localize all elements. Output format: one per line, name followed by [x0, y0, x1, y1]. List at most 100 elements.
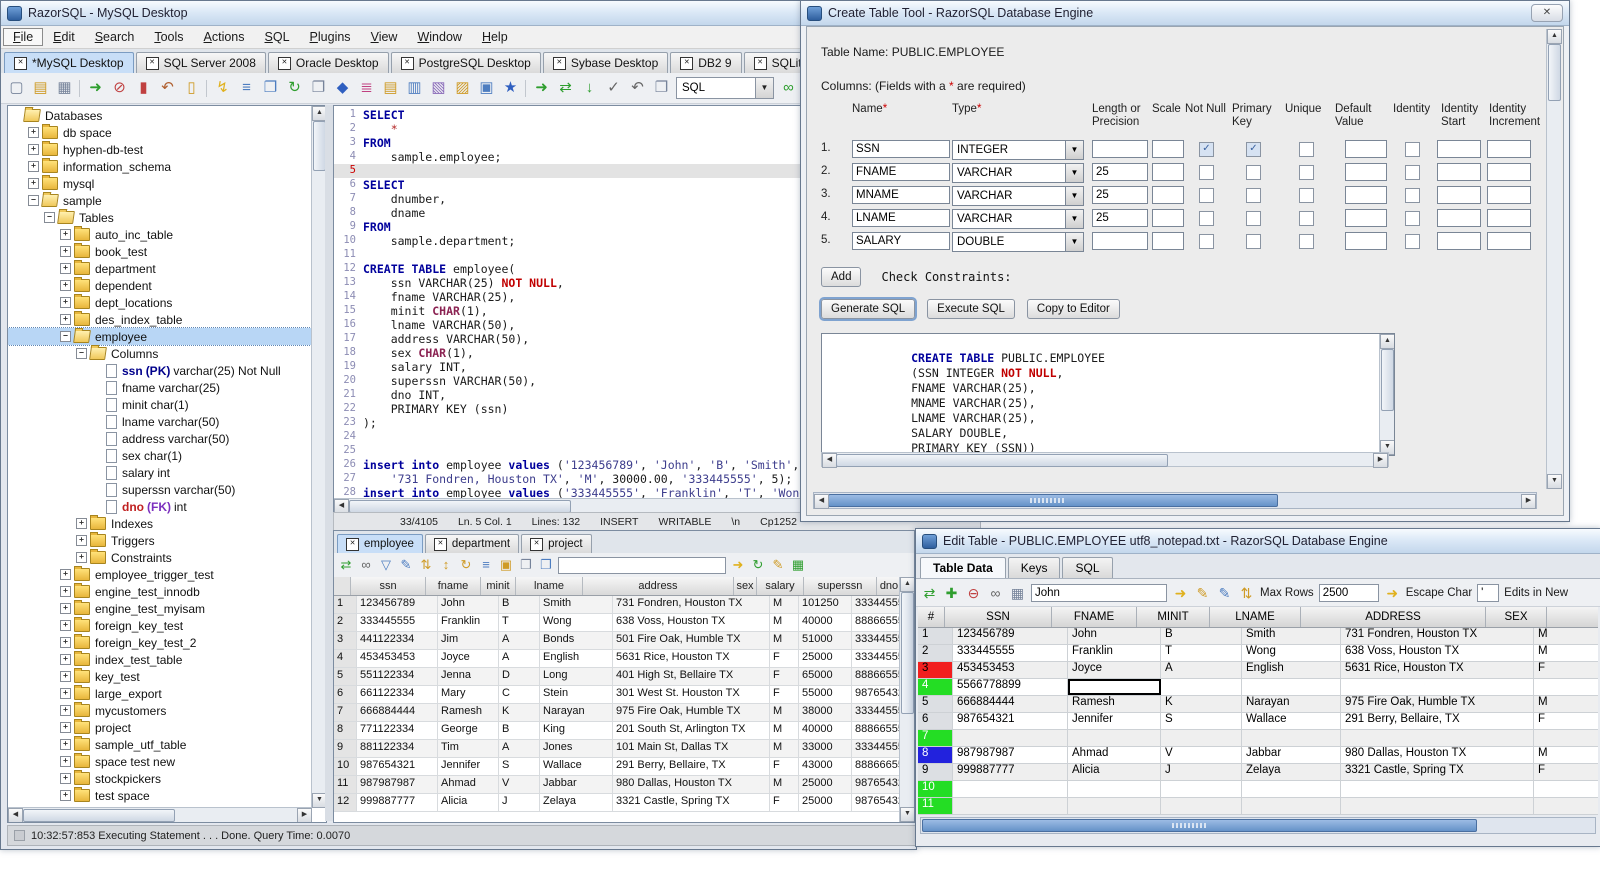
results-cell[interactable]: Tim [438, 740, 499, 757]
expander-icon[interactable]: + [60, 246, 71, 257]
main-titlebar[interactable]: RazorSQL - MySQL Desktop [1, 1, 916, 26]
expander-icon[interactable] [92, 366, 101, 375]
edit-table-row[interactable]: 9 999887777 Alicia J Zelaya 3321 Castle, Spri… [918, 764, 1598, 781]
expander-icon[interactable]: + [60, 722, 71, 733]
add-column-button[interactable]: Add [821, 267, 862, 287]
results-cell[interactable]: 25000 [799, 650, 852, 667]
results-column-header[interactable]: minit [481, 577, 516, 595]
edit-table-cell[interactable]: A [1161, 662, 1242, 678]
close-tab-icon[interactable] [433, 537, 447, 551]
reconnect-icon[interactable]: ⇄ [556, 79, 575, 97]
identity-start-input[interactable] [1437, 163, 1481, 181]
results-cell[interactable]: F [770, 794, 799, 811]
expander-icon[interactable]: + [60, 773, 71, 784]
results-cell[interactable]: M [770, 632, 799, 649]
identity-increment-input[interactable] [1487, 209, 1531, 227]
edit-table-cell[interactable]: S [1161, 713, 1242, 729]
results-cell[interactable]: 9 [334, 740, 357, 757]
edit-table-cell[interactable] [1068, 781, 1161, 797]
table-tool-4-icon[interactable]: ▨ [453, 79, 472, 97]
menu-item[interactable]: Tools [144, 28, 193, 46]
edit-table-tab[interactable]: Keys [1007, 557, 1061, 578]
edit-table-row[interactable]: 5 666884444 Ramesh K Narayan 975 Fire Oak, Hu… [918, 696, 1598, 713]
results-cell[interactable]: 51000 [799, 632, 852, 649]
results-cell[interactable]: Jabbar [540, 776, 613, 793]
edit-table-cell[interactable] [953, 798, 1068, 814]
expander-icon[interactable]: + [60, 280, 71, 291]
edit-table-cell[interactable]: 1 [918, 628, 953, 644]
tree-item[interactable]: − Columns [8, 345, 311, 362]
edit-table-cell[interactable] [1242, 798, 1341, 814]
search-input[interactable] [1031, 583, 1167, 602]
results-tab[interactable]: employee [337, 534, 423, 553]
edit-table-row[interactable]: 8 987987987 Ahmad V Jabbar 980 Dallas, Housto… [918, 747, 1598, 764]
tree-item[interactable]: + sample_utf_table [8, 736, 311, 753]
tree-item[interactable]: + space test new [8, 753, 311, 770]
export-icon[interactable]: ↻ [750, 556, 766, 574]
results-cell[interactable]: George [438, 722, 499, 739]
edit-table-column-header[interactable] [1547, 607, 1569, 627]
spreadsheet-icon[interactable]: ▦ [790, 556, 806, 574]
primary-key-checkbox[interactable] [1246, 165, 1261, 180]
chevron-down-icon[interactable]: ▼ [1065, 187, 1083, 205]
go-max-rows-icon[interactable]: ➜ [1384, 584, 1401, 602]
results-cell[interactable]: 25000 [799, 794, 852, 811]
tree-item[interactable]: + mysql [8, 175, 311, 192]
edit-table-cell[interactable]: M [1534, 696, 1600, 712]
edit-table-column-header[interactable]: FNAME [1052, 607, 1137, 627]
scrollbar-thumb[interactable] [922, 819, 1477, 832]
tree-item[interactable]: + dept_locations [8, 294, 311, 311]
scroll-down-icon[interactable]: ▼ [1547, 474, 1562, 489]
results-cell[interactable]: Narayan [540, 704, 613, 721]
expander-icon[interactable]: + [60, 263, 71, 274]
tree-item[interactable]: + Triggers [8, 532, 311, 549]
menu-item[interactable]: Search [85, 28, 145, 46]
sort-desc-icon[interactable]: ↕ [438, 556, 454, 574]
results-cell[interactable]: 980 Dallas, Houston TX [613, 776, 770, 793]
edit-table-cell[interactable] [1161, 781, 1242, 797]
edit-table-cell[interactable]: Wong [1242, 645, 1341, 661]
results-tab[interactable]: department [424, 534, 520, 553]
filter-sort-icon[interactable]: ⇅ [1238, 584, 1255, 602]
results-cell[interactable]: 666884444 [357, 704, 438, 721]
edit-table-cell[interactable] [1068, 798, 1161, 814]
results-cell[interactable]: English [540, 650, 613, 667]
default-value-input[interactable] [1345, 186, 1387, 204]
results-cell[interactable]: 661122334 [357, 686, 438, 703]
sql-vertical-scrollbar[interactable]: ▲ ▼ [1379, 334, 1394, 455]
edit-table-row[interactable]: 4 5566778899 [918, 679, 1598, 696]
menu-item[interactable]: File [3, 28, 44, 46]
results-column-header[interactable]: sex [734, 577, 757, 595]
results-column-header[interactable]: salary [757, 577, 804, 595]
results-cell[interactable]: B [499, 596, 540, 613]
tree-item[interactable]: dno (FK) int [8, 498, 311, 515]
toolbar-separator[interactable] [206, 79, 208, 97]
expander-icon[interactable]: + [60, 586, 71, 597]
results-cell[interactable]: 5631 Rice, Houston TX [613, 650, 770, 667]
edit-table-cell[interactable] [953, 781, 1068, 797]
go-icon[interactable]: ➜ [532, 79, 551, 97]
close-tab-icon[interactable] [753, 56, 767, 70]
results-cell[interactable]: 123456789 [357, 596, 438, 613]
expander-icon[interactable]: − [44, 212, 55, 223]
identity-checkbox[interactable] [1405, 211, 1420, 226]
view-glasses-icon[interactable]: ∞ [987, 584, 1004, 602]
edit-table-cell[interactable]: J [1161, 764, 1242, 780]
edit-table-row[interactable]: 1 123456789 John B Smith 731 Fondren, Houston… [918, 628, 1598, 645]
edit-table-cell[interactable]: M [1534, 628, 1600, 644]
results-cell[interactable]: 65000 [799, 668, 852, 685]
results-cell[interactable]: 8 [334, 722, 357, 739]
column-name-input[interactable] [852, 209, 950, 227]
column-type-select[interactable]: VARCHAR ▼ [952, 209, 1084, 229]
edit-table-cell[interactable]: English [1242, 662, 1341, 678]
close-tab-icon[interactable] [277, 56, 291, 70]
results-cell[interactable]: C [499, 686, 540, 703]
length-precision-input[interactable] [1092, 140, 1148, 158]
sort-asc-icon[interactable]: ⇅ [418, 556, 434, 574]
edit-table-cell[interactable]: Wallace [1242, 713, 1341, 729]
results-cell[interactable]: King [540, 722, 613, 739]
results-column-header[interactable]: fname [426, 577, 481, 595]
tree-item[interactable]: + project [8, 719, 311, 736]
scroll-left-icon[interactable]: ◀ [822, 453, 837, 468]
not-null-checkbox[interactable] [1199, 188, 1214, 203]
